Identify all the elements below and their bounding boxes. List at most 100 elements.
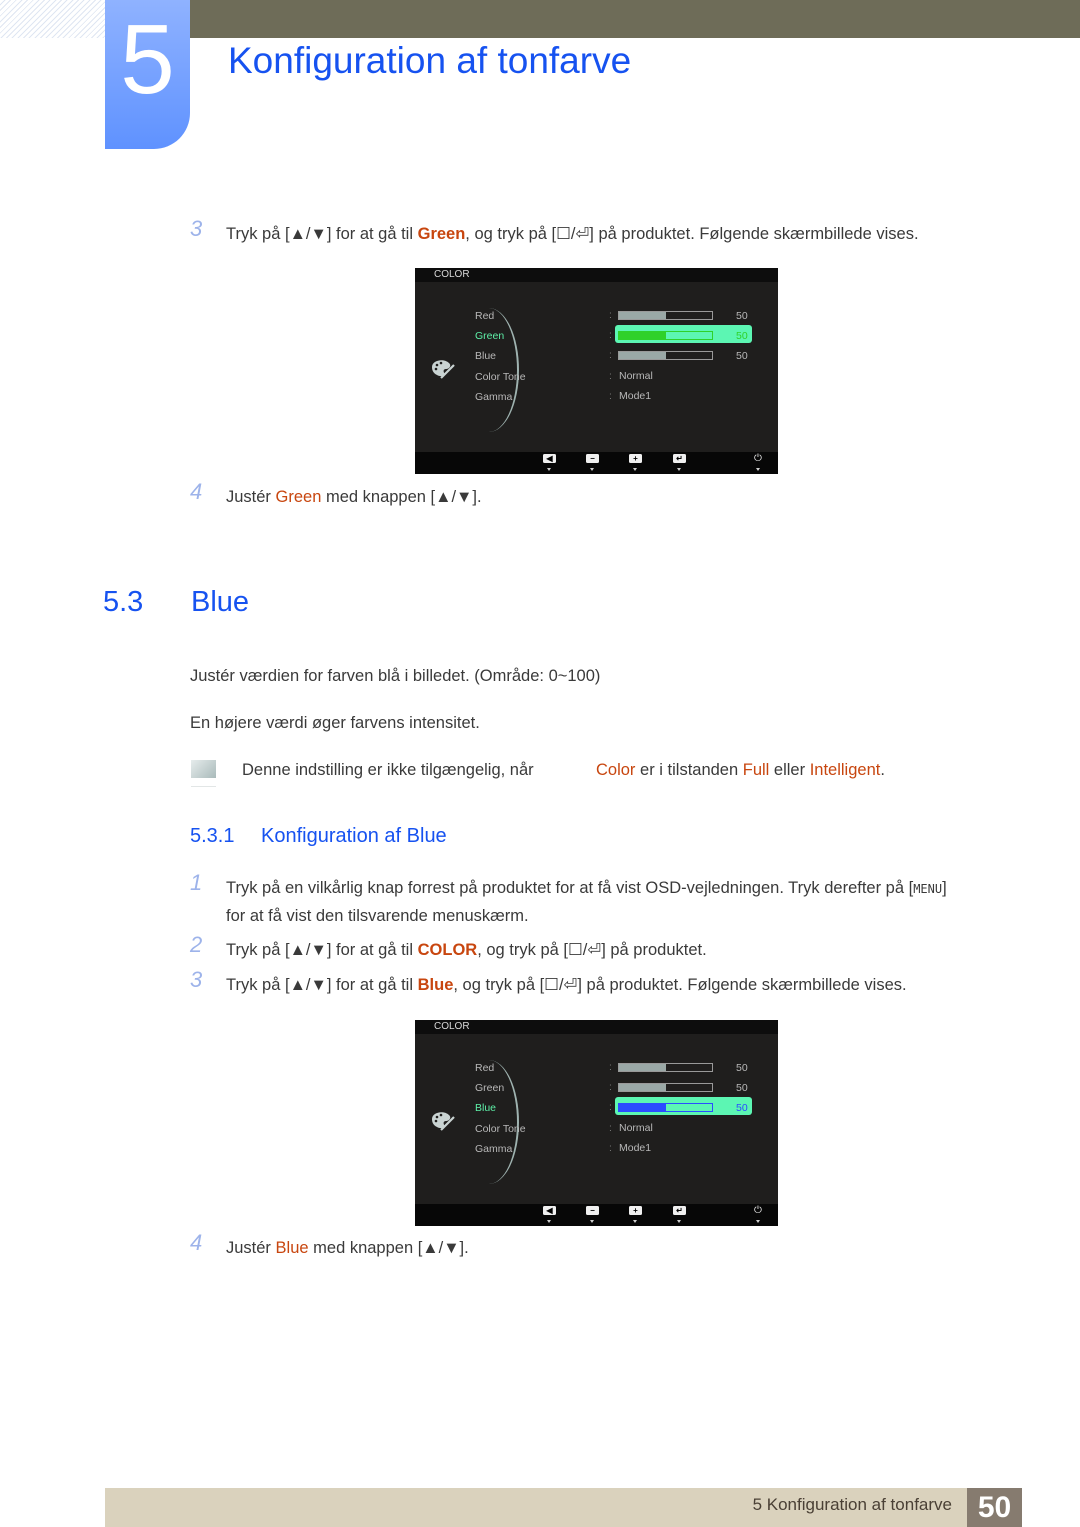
osd-left-button[interactable]: ◀ <box>543 454 556 463</box>
osd-row-red[interactable]: Red: 50 <box>475 308 765 324</box>
osd-enter-button[interactable]: ↵ <box>673 454 686 463</box>
step-text-post: ] <box>942 879 947 897</box>
note-icon <box>191 760 216 787</box>
osd-slider[interactable] <box>618 1103 713 1112</box>
header-hatch-decoration <box>0 0 105 38</box>
step-text-pre: Justér <box>226 1239 276 1257</box>
highlight-term: Blue <box>417 976 454 994</box>
step-text-line2: for at få vist den tilsvarende menuskærm… <box>226 907 529 925</box>
osd-button-indicator <box>677 1220 681 1223</box>
step-text-pre: Tryk på en vilkårlig knap forrest på pro… <box>226 879 914 897</box>
osd-left-button[interactable]: ◀ <box>543 1206 556 1215</box>
osd-button-indicator <box>756 468 760 471</box>
subsection-title: Konfiguration af Blue <box>261 825 447 847</box>
osd-button-indicator <box>633 1220 637 1223</box>
osd-slider-value: 50 <box>736 1082 748 1094</box>
power-icon[interactable]: ⏻ <box>754 1205 762 1216</box>
osd-colon: : <box>609 1101 612 1113</box>
step-number: 3 <box>190 216 203 241</box>
osd-enter-button[interactable]: ↵ <box>673 1206 686 1215</box>
osd-row-red[interactable]: Red: 50 <box>475 1060 765 1076</box>
osd-row-label: Green <box>475 1082 505 1094</box>
osd-minus-button[interactable]: − <box>586 454 599 463</box>
menu-key: MENU <box>913 882 943 896</box>
osd-button-indicator <box>547 1220 551 1223</box>
step-number: 4 <box>190 479 203 504</box>
note-text-pre: Denne indstilling er ikke tilgængelig, n… <box>242 761 534 779</box>
osd-slider-fill <box>619 312 666 319</box>
osd-row-label: Green <box>475 330 505 342</box>
osd-row-gamma[interactable]: Gamma: Mode1 <box>475 1141 765 1157</box>
osd-row-value: Normal <box>619 1122 653 1134</box>
note-text-end: . <box>880 761 885 779</box>
osd-slider[interactable] <box>618 351 713 360</box>
osd-row-label: Blue <box>475 350 497 362</box>
step-text: Justér Blue med knappen [▲/▼]. <box>226 1234 469 1262</box>
osd-button-indicator <box>590 468 594 471</box>
osd-colon: : <box>609 1122 612 1134</box>
osd-button-indicator <box>677 468 681 471</box>
chapter-title: Konfiguration af tonfarve <box>228 40 632 81</box>
osd-colon: : <box>609 390 612 402</box>
step-text: Justér Green med knappen [▲/▼]. <box>226 483 482 511</box>
section-paragraph-1: Justér værdien for farven blå i billedet… <box>190 667 601 685</box>
osd-button-indicator <box>547 468 551 471</box>
palette-icon <box>432 360 455 379</box>
page-number: 50 <box>967 1488 1022 1527</box>
osd-slider-value: 50 <box>736 1062 748 1074</box>
osd-colon: : <box>609 1142 612 1154</box>
step-text: Tryk på [▲/▼] for at gå til Blue, og try… <box>226 971 907 999</box>
osd-slider-fill <box>619 1064 666 1071</box>
osd-plus-button[interactable]: + <box>629 454 642 463</box>
osd-button-indicator <box>633 468 637 471</box>
step-text-pre: Tryk på [▲/▼] for at gå til <box>226 941 418 959</box>
osd-row-label: Color Tone <box>475 1123 526 1135</box>
osd-slider[interactable] <box>618 1063 713 1072</box>
osd-row-label: Color Tone <box>475 371 526 383</box>
osd-colon: : <box>609 329 612 341</box>
osd-row-green[interactable]: Green: 50 <box>475 325 765 344</box>
osd-row-label: Blue <box>475 1102 497 1114</box>
osd-row-gamma[interactable]: Gamma: Mode1 <box>475 389 765 405</box>
osd-colon: : <box>609 349 612 361</box>
osd-button-indicator <box>756 1220 760 1223</box>
osd-row-value: Mode1 <box>619 390 652 402</box>
step-text: Tryk på en vilkårlig knap forrest på pro… <box>226 874 947 903</box>
osd-plus-button[interactable]: + <box>629 1206 642 1215</box>
step-text: Tryk på [▲/▼] for at gå til COLOR, og tr… <box>226 936 707 964</box>
step-text-post: med knappen [▲/▼]. <box>308 1239 469 1257</box>
osd-header: COLOR <box>415 268 778 282</box>
step-text-post: , og tryk på [☐/⏎] på produktet. Følgend… <box>453 976 907 994</box>
palette-icon <box>432 1112 455 1131</box>
header-bar <box>190 0 1080 38</box>
osd-slider[interactable] <box>618 1083 713 1092</box>
osd-row-color-tone[interactable]: Color Tone: Normal <box>475 369 765 385</box>
osd-slider-value: 50 <box>736 330 748 342</box>
highlight-term: Blue <box>275 1239 309 1257</box>
osd-row-blue[interactable]: Blue: 50 <box>475 1097 765 1116</box>
highlight-term: Green <box>275 488 322 506</box>
step-text-post: , og tryk på [☐/⏎] på produktet. Følgend… <box>465 225 919 243</box>
osd-footer: ◀ − + ↵ ⏻ <box>415 452 778 474</box>
section-number: 5.3 <box>103 586 144 618</box>
osd-row-color-tone[interactable]: Color Tone: Normal <box>475 1121 765 1137</box>
step-text-pre: Tryk på [▲/▼] for at gå til <box>226 976 418 994</box>
osd-slider-value: 50 <box>736 310 748 322</box>
osd-button-indicator <box>590 1220 594 1223</box>
section-paragraph-2: En højere værdi øger farvens intensitet. <box>190 714 480 732</box>
osd-row-blue[interactable]: Blue: 50 <box>475 348 765 364</box>
osd-slider-fill <box>619 332 666 339</box>
chapter-tab: 5 <box>105 0 190 149</box>
osd-row-label: Gamma <box>475 1143 513 1155</box>
osd-colon: : <box>609 370 612 382</box>
osd-minus-button[interactable]: − <box>586 1206 599 1215</box>
osd-screenshot-blue: COLOR Red: 50 Green: 50 Blue: 50 Color Tone: Nor… <box>415 1020 778 1226</box>
subsection-number: 5.3.1 <box>190 825 235 847</box>
highlight-term: Green <box>417 225 466 243</box>
osd-row-green[interactable]: Green: 50 <box>475 1080 765 1096</box>
note-text: Color er i tilstanden Full eller Intelli… <box>596 761 885 780</box>
power-icon[interactable]: ⏻ <box>754 453 762 464</box>
osd-slider-value: 50 <box>736 1102 748 1114</box>
osd-slider[interactable] <box>618 331 713 340</box>
osd-slider[interactable] <box>618 311 713 320</box>
